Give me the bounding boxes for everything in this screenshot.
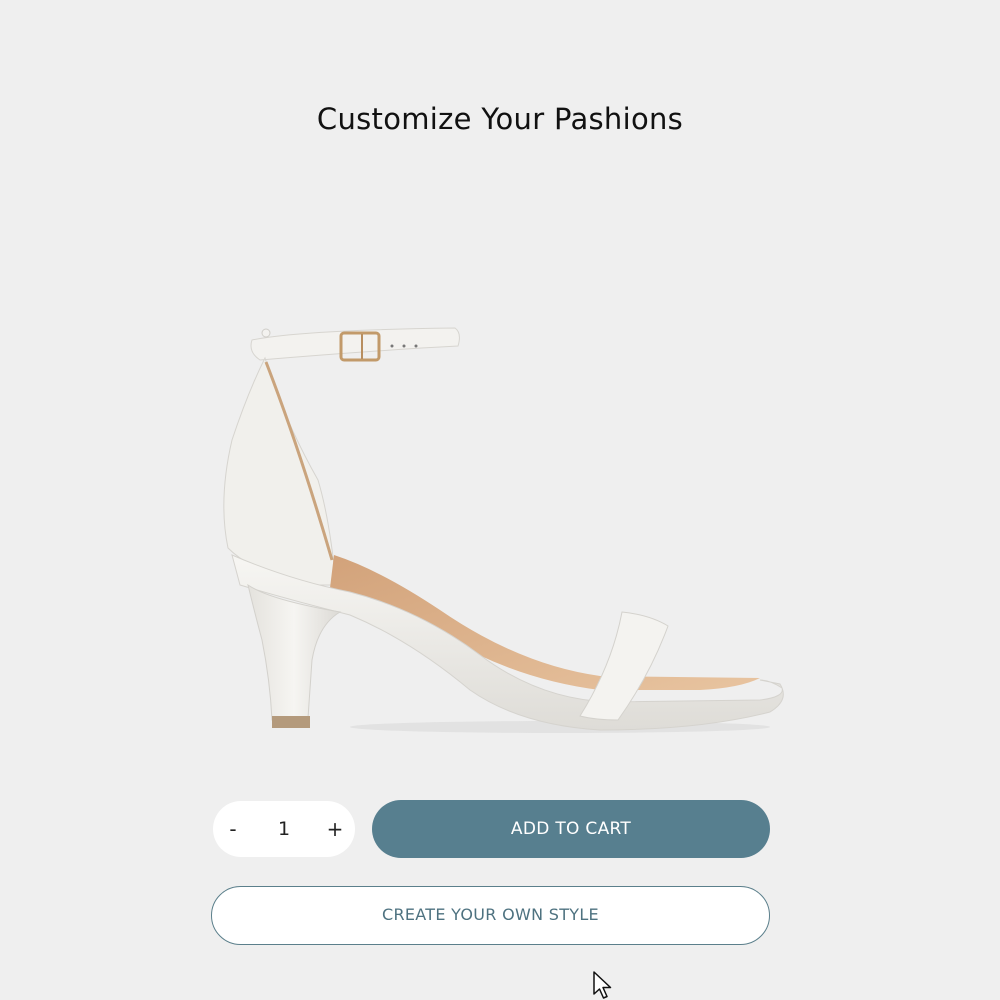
quantity-stepper[interactable]: - 1 +	[213, 801, 355, 857]
add-to-cart-button[interactable]: ADD TO CART	[372, 800, 770, 858]
quantity-value[interactable]: 1	[253, 801, 315, 857]
increment-button[interactable]: +	[315, 801, 355, 857]
create-your-own-style-button[interactable]: CREATE YOUR OWN STYLE	[211, 886, 770, 945]
decrement-button[interactable]: -	[213, 801, 253, 857]
mouse-cursor-icon	[593, 971, 612, 999]
product-image	[223, 327, 784, 733]
page-title: Customize Your Pashions	[316, 102, 684, 136]
